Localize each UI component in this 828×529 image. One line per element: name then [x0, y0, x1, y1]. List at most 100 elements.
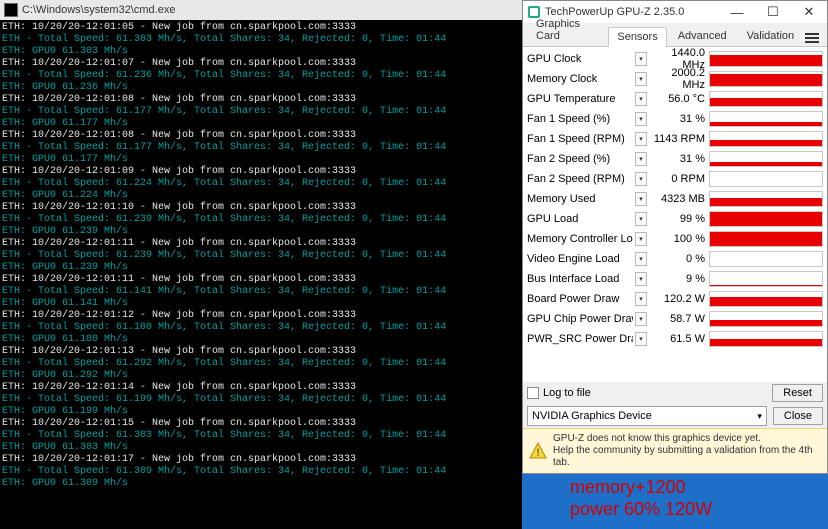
sensor-dropdown[interactable]: ▾ — [635, 192, 647, 206]
cmd-window: C:\Windows\system32\cmd.exe ETH: 10/20/2… — [0, 0, 522, 529]
sensor-dropdown[interactable]: ▾ — [635, 112, 647, 126]
maximize-button[interactable]: ☐ — [755, 1, 791, 23]
device-row: NVIDIA Graphics Device ▾ Close — [523, 404, 827, 428]
sensor-row: GPU Chip Power Draw▾58.7 W — [527, 309, 823, 329]
sensor-dropdown[interactable]: ▾ — [635, 132, 647, 146]
sensor-graph — [709, 111, 823, 127]
log-to-file-checkbox[interactable] — [527, 387, 539, 399]
sensor-graph — [709, 91, 823, 107]
sensor-dropdown[interactable]: ▾ — [635, 52, 647, 66]
cmd-line: ETH - Total Speed: 61.141 Mh/s, Total Sh… — [2, 286, 446, 297]
sensor-value: 100 % — [649, 233, 707, 245]
sensor-value: 1143 RPM — [649, 133, 707, 145]
cmd-line: ETH - Total Speed: 61.239 Mh/s, Total Sh… — [2, 214, 446, 225]
cmd-line: ETH - Total Speed: 61.309 Mh/s, Total Sh… — [2, 466, 446, 477]
sensor-row: GPU Load▾99 % — [527, 209, 823, 229]
annotation-text: memory+1200 power 60% 120W — [570, 476, 712, 520]
close-panel-button[interactable]: Close — [773, 407, 823, 425]
cmd-line: ETH: GPU0 61.177 Mh/s — [2, 154, 128, 165]
close-button[interactable]: ✕ — [791, 1, 827, 23]
cmd-line: ETH: 10/20/20-12:01:11 - New job from cn… — [2, 274, 356, 285]
sensor-value: 99 % — [649, 213, 707, 225]
sensor-graph — [709, 251, 823, 267]
sensor-dropdown[interactable]: ▾ — [635, 332, 647, 346]
cmd-line: ETH: GPU0 61.239 Mh/s — [2, 262, 128, 273]
cmd-line: ETH: 10/20/20-12:01:13 - New job from cn… — [2, 346, 356, 357]
sensor-dropdown[interactable]: ▾ — [635, 152, 647, 166]
cmd-line: ETH: 10/20/20-12:01:15 - New job from cn… — [2, 418, 356, 429]
sensor-dropdown[interactable]: ▾ — [635, 292, 647, 306]
reset-button[interactable]: Reset — [772, 384, 823, 402]
sensor-value: 0 % — [649, 253, 707, 265]
sensor-graph — [709, 211, 823, 227]
warning-icon: ! — [529, 442, 547, 460]
cmd-line: ETH - Total Speed: 61.199 Mh/s, Total Sh… — [2, 394, 446, 405]
cmd-line: ETH: GPU0 61.141 Mh/s — [2, 298, 128, 309]
sensor-dropdown[interactable]: ▾ — [635, 92, 647, 106]
cmd-line: ETH: 10/20/20-12:01:17 - New job from cn… — [2, 454, 356, 465]
sensor-label: GPU Temperature — [527, 93, 633, 105]
cmd-line: ETH: 10/20/20-12:01:08 - New job from cn… — [2, 94, 356, 105]
sensor-row: GPU Clock▾1440.0 MHz — [527, 49, 823, 69]
sensor-value: 2000.2 MHz — [649, 67, 707, 91]
cmd-line: ETH: GPU0 61.100 Mh/s — [2, 334, 128, 345]
chevron-down-icon: ▾ — [757, 411, 762, 422]
sensor-dropdown[interactable]: ▾ — [635, 172, 647, 186]
cmd-line: ETH: 10/20/20-12:01:14 - New job from cn… — [2, 382, 356, 393]
sensor-graph — [709, 151, 823, 167]
sensor-value: 31 % — [649, 113, 707, 125]
sensor-graph — [709, 171, 823, 187]
device-name: NVIDIA Graphics Device — [532, 410, 652, 422]
sensor-row: Memory Clock▾2000.2 MHz — [527, 69, 823, 89]
gpuz-tabs: Graphics Card Sensors Advanced Validatio… — [523, 23, 827, 47]
cmd-line: ETH: GPU0 61.292 Mh/s — [2, 370, 128, 381]
cmd-line: ETH: 10/20/20-12:01:07 - New job from cn… — [2, 58, 356, 69]
warning-text: GPU-Z does not know this graphics device… — [553, 433, 821, 469]
sensor-value: 58.7 W — [649, 313, 707, 325]
sensor-label: Bus Interface Load — [527, 273, 633, 285]
cmd-line: ETH: GPU0 61.236 Mh/s — [2, 82, 128, 93]
cmd-line: ETH - Total Speed: 61.303 Mh/s, Total Sh… — [2, 34, 446, 45]
cmd-line: ETH: 10/20/20-12:01:10 - New job from cn… — [2, 202, 356, 213]
cmd-line: ETH - Total Speed: 61.224 Mh/s, Total Sh… — [2, 178, 446, 189]
sensor-dropdown[interactable]: ▾ — [635, 252, 647, 266]
sensor-value: 4323 MB — [649, 193, 707, 205]
sensor-row: Board Power Draw▾120.2 W — [527, 289, 823, 309]
sensor-graph — [709, 51, 823, 67]
cmd-line: ETH - Total Speed: 61.177 Mh/s, Total Sh… — [2, 142, 446, 153]
sensor-dropdown[interactable]: ▾ — [635, 212, 647, 226]
minimize-button[interactable]: — — [719, 1, 755, 23]
sensor-label: Memory Used — [527, 193, 633, 205]
tab-advanced[interactable]: Advanced — [669, 26, 736, 46]
sensor-label: GPU Chip Power Draw — [527, 313, 633, 325]
sensor-row: Fan 1 Speed (RPM)▾1143 RPM — [527, 129, 823, 149]
sensor-value: 120.2 W — [649, 293, 707, 305]
sensor-label: Fan 1 Speed (%) — [527, 113, 633, 125]
tab-graphics-card[interactable]: Graphics Card — [527, 14, 606, 46]
cmd-line: ETH: 10/20/20-12:01:05 - New job from cn… — [2, 22, 356, 33]
sensor-value: 0 RPM — [649, 173, 707, 185]
cmd-line: ETH: GPU0 61.303 Mh/s — [2, 442, 128, 453]
tab-sensors[interactable]: Sensors — [608, 27, 666, 47]
sensor-dropdown[interactable]: ▾ — [635, 232, 647, 246]
sensor-dropdown[interactable]: ▾ — [635, 312, 647, 326]
sensor-dropdown[interactable]: ▾ — [635, 272, 647, 286]
sensor-graph — [709, 291, 823, 307]
sensor-value: 9 % — [649, 273, 707, 285]
tab-validation[interactable]: Validation — [738, 26, 804, 46]
sensor-graph — [709, 331, 823, 347]
sensors-panel: GPU Clock▾1440.0 MHzMemory Clock▾2000.2 … — [523, 47, 827, 382]
cmd-line: ETH: 10/20/20-12:01:12 - New job from cn… — [2, 310, 356, 321]
sensor-row: Video Engine Load▾0 % — [527, 249, 823, 269]
cmd-line: ETH: GPU0 61.309 Mh/s — [2, 478, 128, 489]
menu-icon[interactable] — [805, 30, 819, 46]
sensor-row: Fan 2 Speed (RPM)▾0 RPM — [527, 169, 823, 189]
cmd-title: C:\Windows\system32\cmd.exe — [22, 4, 175, 16]
log-to-file-label: Log to file — [543, 387, 591, 399]
sensor-row: Fan 1 Speed (%)▾31 % — [527, 109, 823, 129]
device-select[interactable]: NVIDIA Graphics Device ▾ — [527, 406, 767, 426]
cmd-titlebar[interactable]: C:\Windows\system32\cmd.exe — [0, 0, 522, 20]
sensor-dropdown[interactable]: ▾ — [635, 72, 647, 86]
cmd-icon — [4, 3, 18, 17]
sensor-label: Fan 2 Speed (RPM) — [527, 173, 633, 185]
